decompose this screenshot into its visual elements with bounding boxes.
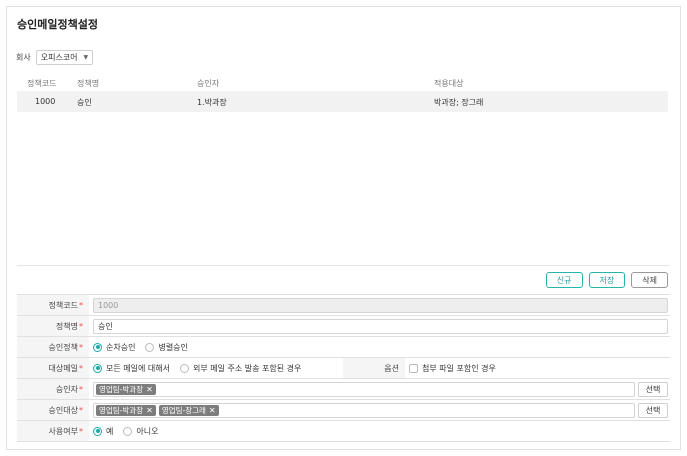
radio-use-yes[interactable]: 예 xyxy=(93,426,113,437)
radio-icon xyxy=(145,342,155,352)
form-row-use: 사용여부 * 예 아니오 xyxy=(17,421,670,442)
form-row-approver: 승인자 * 영업팀-박과장 ✕ 선택 xyxy=(17,379,670,400)
radio-icon xyxy=(123,426,133,436)
code-label: 정책코드 * xyxy=(17,295,89,315)
target-tag: 영업팀-장그래 ✕ xyxy=(158,404,219,416)
target-label: 승인대상 * xyxy=(17,400,89,420)
table-row[interactable]: 1000 승인 1.박과장 박과장; 장그래 xyxy=(17,91,668,112)
company-label: 회사 xyxy=(16,53,31,62)
radio-external-mail[interactable]: 외부 메일 주소 발송 포함된 경우 xyxy=(179,363,301,374)
close-icon[interactable]: ✕ xyxy=(209,406,216,415)
radio-icon xyxy=(179,363,189,373)
radio-all-mail[interactable]: 모든 메일에 대해서 xyxy=(93,363,170,374)
radio-parallel[interactable]: 병렬승인 xyxy=(145,342,188,353)
radio-selected-icon xyxy=(93,426,102,436)
row-name: 승인 xyxy=(77,98,92,107)
close-icon[interactable]: ✕ xyxy=(146,406,153,415)
name-label: 정책명 * xyxy=(17,316,89,336)
approver-select-button[interactable]: 선택 xyxy=(638,381,668,397)
approver-label: 승인자 * xyxy=(17,379,89,399)
radio-sequential[interactable]: 순차승인 xyxy=(93,342,135,353)
page-title: 승인메일정책설정 xyxy=(17,18,98,31)
target-tag: 영업팀-박과장 ✕ xyxy=(96,404,156,416)
approver-tag: 영업팀-박과장 ✕ xyxy=(96,383,156,395)
company-select-value: 오피스코어 xyxy=(40,53,78,62)
row-code: 1000 xyxy=(35,97,56,106)
window: 승인메일정책설정 회사 오피스코어 ▼ 정책코드 정책명 승인자 적용대상 10… xyxy=(6,6,681,450)
form-row-policy: 승인정책 * 순차승인 병렬승인 xyxy=(17,337,670,358)
form-row-mail: 대상메일 * 모든 메일에 대해서 외부 메일 주소 발송 포함된 경우 옵션 첨… xyxy=(17,358,670,379)
new-button[interactable]: 신규 xyxy=(545,272,583,288)
save-button[interactable]: 저장 xyxy=(588,272,626,288)
attachment-checkbox[interactable]: 첨부 파일 포함인 경우 xyxy=(409,363,496,374)
company-filter: 회사 오피스코어 ▼ xyxy=(16,50,94,65)
caret-down-icon: ▼ xyxy=(83,54,89,61)
col-header-approver: 승인자 xyxy=(197,79,220,88)
target-select-button[interactable]: 선택 xyxy=(638,402,668,418)
radio-selected-icon xyxy=(93,363,102,373)
close-icon[interactable]: ✕ xyxy=(146,385,153,394)
name-input[interactable]: 승인 xyxy=(93,318,668,334)
form-row-target: 승인대상 * 영업팀-박과장 ✕ 영업팀-장그래 ✕ 선택 xyxy=(17,400,670,421)
use-label: 사용여부 * xyxy=(17,421,89,441)
radio-selected-icon xyxy=(93,342,102,352)
target-tag-input[interactable]: 영업팀-박과장 ✕ 영업팀-장그래 ✕ xyxy=(93,402,635,418)
row-target: 박과장; 장그래 xyxy=(434,98,484,107)
radio-use-no[interactable]: 아니오 xyxy=(123,426,158,437)
delete-button[interactable]: 삭제 xyxy=(631,272,668,288)
form-row-code: 정책코드 * 1000 xyxy=(17,295,670,316)
approver-tag-input[interactable]: 영업팀-박과장 ✕ xyxy=(93,381,635,397)
col-header-target: 적용대상 xyxy=(434,79,464,88)
form-row-name: 정책명 * 승인 xyxy=(17,316,670,337)
row-approver: 1.박과장 xyxy=(197,98,227,107)
option-label: 옵션 xyxy=(343,358,405,378)
col-header-name: 정책명 xyxy=(77,79,100,88)
mail-label: 대상메일 * xyxy=(17,358,89,378)
col-header-code: 정책코드 xyxy=(27,79,57,88)
policy-form: 정책코드 * 1000 정책명 * 승인 승인정책 * 순차승인 병렬승인 대상메일 *… xyxy=(17,294,670,442)
divider xyxy=(17,265,670,266)
code-input: 1000 xyxy=(93,297,668,313)
company-select[interactable]: 오피스코어 ▼ xyxy=(35,50,94,65)
action-buttons: 신규 저장 삭제 xyxy=(545,272,668,288)
checkbox-icon xyxy=(409,363,418,373)
policy-label: 승인정책 * xyxy=(17,337,89,357)
